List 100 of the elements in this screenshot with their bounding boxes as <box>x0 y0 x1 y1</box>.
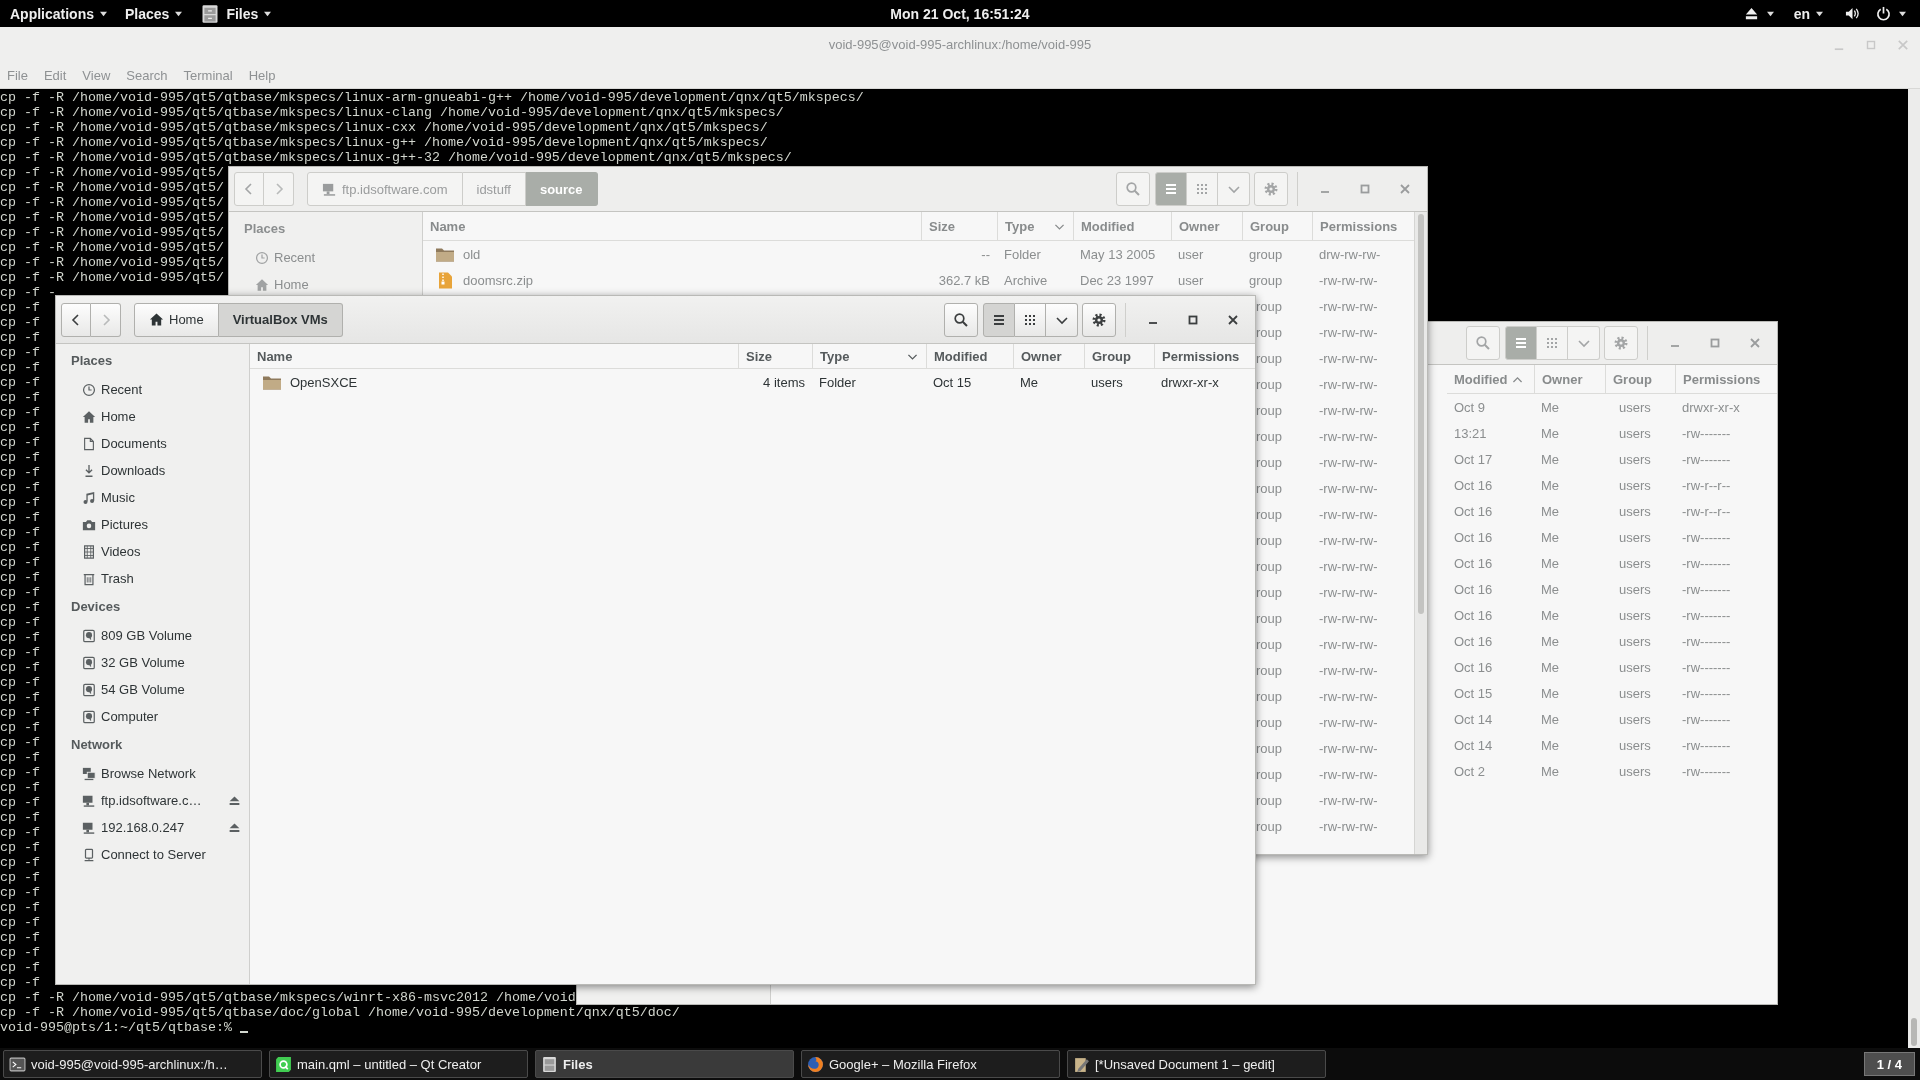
terminal-line: cp -f <box>0 975 40 990</box>
terminal-line: cp -f <box>0 585 40 600</box>
table-cell-text: roup <box>1255 350 1284 366</box>
table-cell-text: users <box>1618 659 1652 675</box>
terminal-line: cp -f <box>0 960 40 975</box>
table-cell-text: -rw-rw-rw- <box>1318 454 1379 470</box>
caret-icon <box>100 10 107 17</box>
table-cell-text: -rw------- <box>1681 737 1732 753</box>
workspace-indicator[interactable]: 1 / 4 <box>1863 1052 1915 1076</box>
sidebar-item[interactable]: 192.168.0.247 <box>56 814 249 841</box>
taskbar-button[interactable]: [*Unsaved Document 1 – gedit] <box>1067 1050 1326 1078</box>
column-header[interactable]: Permissions <box>1154 344 1255 368</box>
sidebar-item[interactable]: ftp.idsoftware.c… <box>56 787 249 814</box>
table-cell-text: -rw-rw-rw- <box>1318 480 1379 496</box>
clock-icon <box>82 382 96 397</box>
table-cell-text: roup <box>1255 740 1284 756</box>
table-cell-text: Me <box>1540 685 1561 701</box>
back-button[interactable] <box>234 172 264 206</box>
path-button[interactable]: VirtualBox VMs <box>218 302 343 337</box>
sidebar-item[interactable]: 32 GB Volume <box>56 649 249 676</box>
top-bar-menu[interactable]: Applications <box>4 0 113 27</box>
table-cell-text: -rw-rw-rw- <box>1318 792 1379 808</box>
table-cell-text: roup <box>1255 402 1284 418</box>
search-button[interactable] <box>944 302 978 337</box>
home-icon <box>255 277 269 292</box>
terminal-line: cp -f -R /home/void-995/qt5/ <box>0 195 224 210</box>
taskbar-button[interactable]: void-995@void-995-archlinux:/h… <box>3 1050 262 1078</box>
taskbar-button[interactable]: Files <box>535 1050 794 1078</box>
path-button[interactable]: Home <box>134 302 219 337</box>
sidebar-item[interactable]: Music <box>56 484 249 511</box>
table-cell-text: Me <box>1540 529 1561 545</box>
minimize-icon <box>1671 345 1679 347</box>
sidebar-item[interactable]: Computer <box>56 703 249 730</box>
sidebar-item[interactable]: Trash <box>56 565 249 592</box>
table-cell-text: users <box>1618 399 1652 415</box>
table-cell-text: -rw------- <box>1681 685 1732 701</box>
sidebar-item[interactable]: Videos <box>56 538 249 565</box>
trash-icon <box>82 571 96 586</box>
scrollbar[interactable] <box>1908 89 1920 1048</box>
table-cell-text: -rw-rw-rw- <box>1318 714 1379 730</box>
table-cell-text: -rw------- <box>1681 451 1732 467</box>
scrollbar[interactable] <box>1414 212 1427 854</box>
list-view-button[interactable] <box>983 302 1015 337</box>
taskbar-button[interactable]: main.qml – untitled – Qt Creator <box>269 1050 528 1078</box>
power-icon[interactable] <box>1876 6 1891 21</box>
terminal-line: cp -f <box>0 375 40 390</box>
table-cell-text: -rw------- <box>1681 529 1732 545</box>
sidebar-item[interactable]: Downloads <box>56 457 249 484</box>
sidebar-item[interactable]: Recent <box>56 376 249 403</box>
column-header[interactable]: Type <box>812 344 926 368</box>
column-header[interactable]: Modified <box>926 344 1013 368</box>
terminal-line: cp -f -R /home/void-995/qt5/ <box>0 240 224 255</box>
table-cell-text: roup <box>1255 688 1284 704</box>
clock[interactable]: Mon 21 Oct, 16:51:24 <box>890 5 1030 22</box>
keyboard-layout-menu[interactable]: en <box>1793 0 1823 27</box>
back-button[interactable] <box>61 302 91 337</box>
settings-button[interactable] <box>1082 302 1116 337</box>
terminal-line: cp -f <box>0 360 40 375</box>
caret-icon <box>1899 10 1906 17</box>
sidebar-item[interactable]: Browse Network <box>56 760 249 787</box>
eject-icon[interactable] <box>1743 6 1759 21</box>
view-options-button[interactable] <box>1218 172 1250 206</box>
terminal-line: cp -f <box>0 630 40 645</box>
table-cell-text: -rw------- <box>1681 711 1732 727</box>
sidebar-item[interactable]: Connect to Server <box>56 841 249 868</box>
view-options-button[interactable] <box>1568 326 1600 360</box>
sidebar-item[interactable]: Pictures <box>56 511 249 538</box>
terminal-line: cp -f -R /home/void-995/qt5/ <box>0 210 224 225</box>
terminal-line: cp -f -R /home/void-995/qt5/ <box>0 225 224 240</box>
table-cell-text: -rw-rw-rw- <box>1318 428 1379 444</box>
column-header[interactable]: Name <box>250 344 738 368</box>
sidebar-item[interactable]: 809 GB Volume <box>56 622 249 649</box>
table-cell-text: drwxr-xr-x <box>1160 374 1220 390</box>
table-cell-text: Me <box>1540 477 1561 493</box>
column-header[interactable]: Owner <box>1013 344 1084 368</box>
terminal-line: cp -f <box>0 870 40 885</box>
grid-view-button[interactable] <box>1015 302 1046 337</box>
sidebar-item[interactable]: Documents <box>56 430 249 457</box>
terminal-line: cp -f <box>0 825 40 840</box>
column-header[interactable]: Group <box>1084 344 1154 368</box>
terminal-line: cp -f <box>0 900 40 915</box>
volume-icon[interactable] <box>1845 6 1860 21</box>
table-cell-text: Oct 14 <box>1453 737 1494 753</box>
table-cell-text: Oct 16 <box>1453 581 1494 597</box>
sidebar-item[interactable]: 54 GB Volume <box>56 676 249 703</box>
top-bar-menu[interactable]: Places <box>119 0 189 27</box>
table-cell-text: roup <box>1255 584 1284 600</box>
table-cell-text: Oct 16 <box>1453 503 1494 519</box>
taskbar-button[interactable]: Google+ – Mozilla Firefox <box>801 1050 1060 1078</box>
sidebar-item[interactable]: Home <box>56 403 249 430</box>
terminal-line: cp -f -R /home/void-995/qt5/qtbase/mkspecs/linux-g++ /home/void-995/development/qnx/qt5/mkspecs/ <box>0 135 768 150</box>
top-bar-menu[interactable]: Files <box>194 0 278 27</box>
table-cell-text: Me <box>1540 503 1561 519</box>
terminal-line: cp -f <box>0 660 40 675</box>
table-cell-text: drwxr-xr-x <box>1681 399 1741 415</box>
terminal-line: cp -f <box>0 885 40 900</box>
table-cell-text: -- <box>980 246 991 262</box>
table-cell-text: roup <box>1255 766 1284 782</box>
file-cabinet-icon <box>541 1055 558 1073</box>
column-header[interactable]: Size <box>738 344 812 368</box>
